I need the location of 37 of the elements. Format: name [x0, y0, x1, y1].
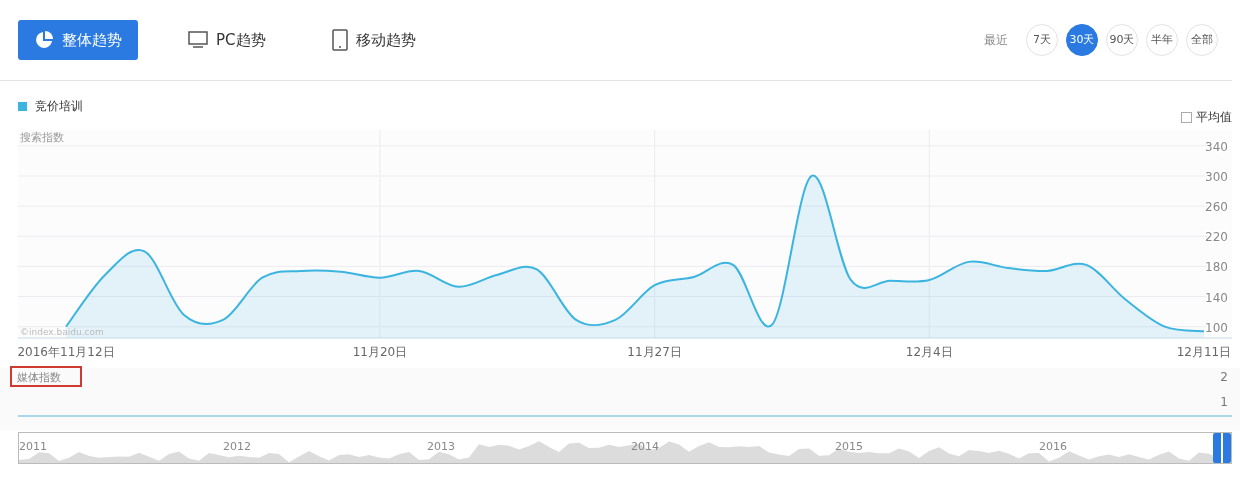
range-option[interactable]: 30天	[1066, 24, 1098, 56]
y-tick-label: 340	[1205, 139, 1228, 154]
range-option[interactable]: 半年	[1146, 24, 1178, 56]
x-tick-label: 12月4日	[905, 345, 953, 359]
legend-label: 竞价培训	[35, 98, 83, 115]
year-label: 2012	[223, 440, 251, 453]
x-tick-label: 11月27日	[627, 345, 682, 359]
view-tab[interactable]: 整体趋势	[18, 20, 138, 60]
x-tick-label: 2016年11月12日	[17, 345, 115, 359]
range-option[interactable]: 90天	[1106, 24, 1138, 56]
credit-text: ©index.baidu.com	[20, 327, 104, 337]
average-checkbox[interactable]: 平均值	[1181, 108, 1232, 126]
monitor-icon	[188, 31, 208, 49]
tablet-icon	[331, 29, 348, 51]
y-tick-label: 140	[1205, 290, 1228, 305]
pie-chart-icon	[34, 30, 54, 50]
x-tick-label: 11月20日	[352, 345, 408, 359]
range-option[interactable]: 全部	[1186, 24, 1218, 56]
view-tab[interactable]: PC趋势	[172, 20, 282, 60]
y-tick-label: 100	[1205, 320, 1228, 335]
year-label: 2014	[631, 440, 659, 453]
y-tick-label: 180	[1205, 260, 1228, 275]
y-tick-label: 300	[1205, 169, 1228, 184]
range-label: 最近	[984, 32, 1008, 49]
y-tick-label: 260	[1205, 200, 1228, 215]
y-tick-label: 1	[1220, 395, 1228, 409]
year-label: 2016	[1039, 440, 1067, 453]
y-tick-label: 2	[1220, 370, 1228, 384]
year-label: 2015	[835, 440, 863, 453]
year-label: 2011	[19, 440, 47, 453]
range-option[interactable]: 7天	[1026, 24, 1058, 56]
x-tick-label: 12月11日	[1176, 345, 1232, 359]
view-tab[interactable]: 移动趋势	[315, 20, 432, 60]
year-label: 2013	[427, 440, 455, 453]
y-tick-label: 220	[1205, 230, 1228, 245]
chart-title: 搜索指数	[20, 131, 64, 144]
media-index-label: 媒体指数	[10, 366, 82, 387]
